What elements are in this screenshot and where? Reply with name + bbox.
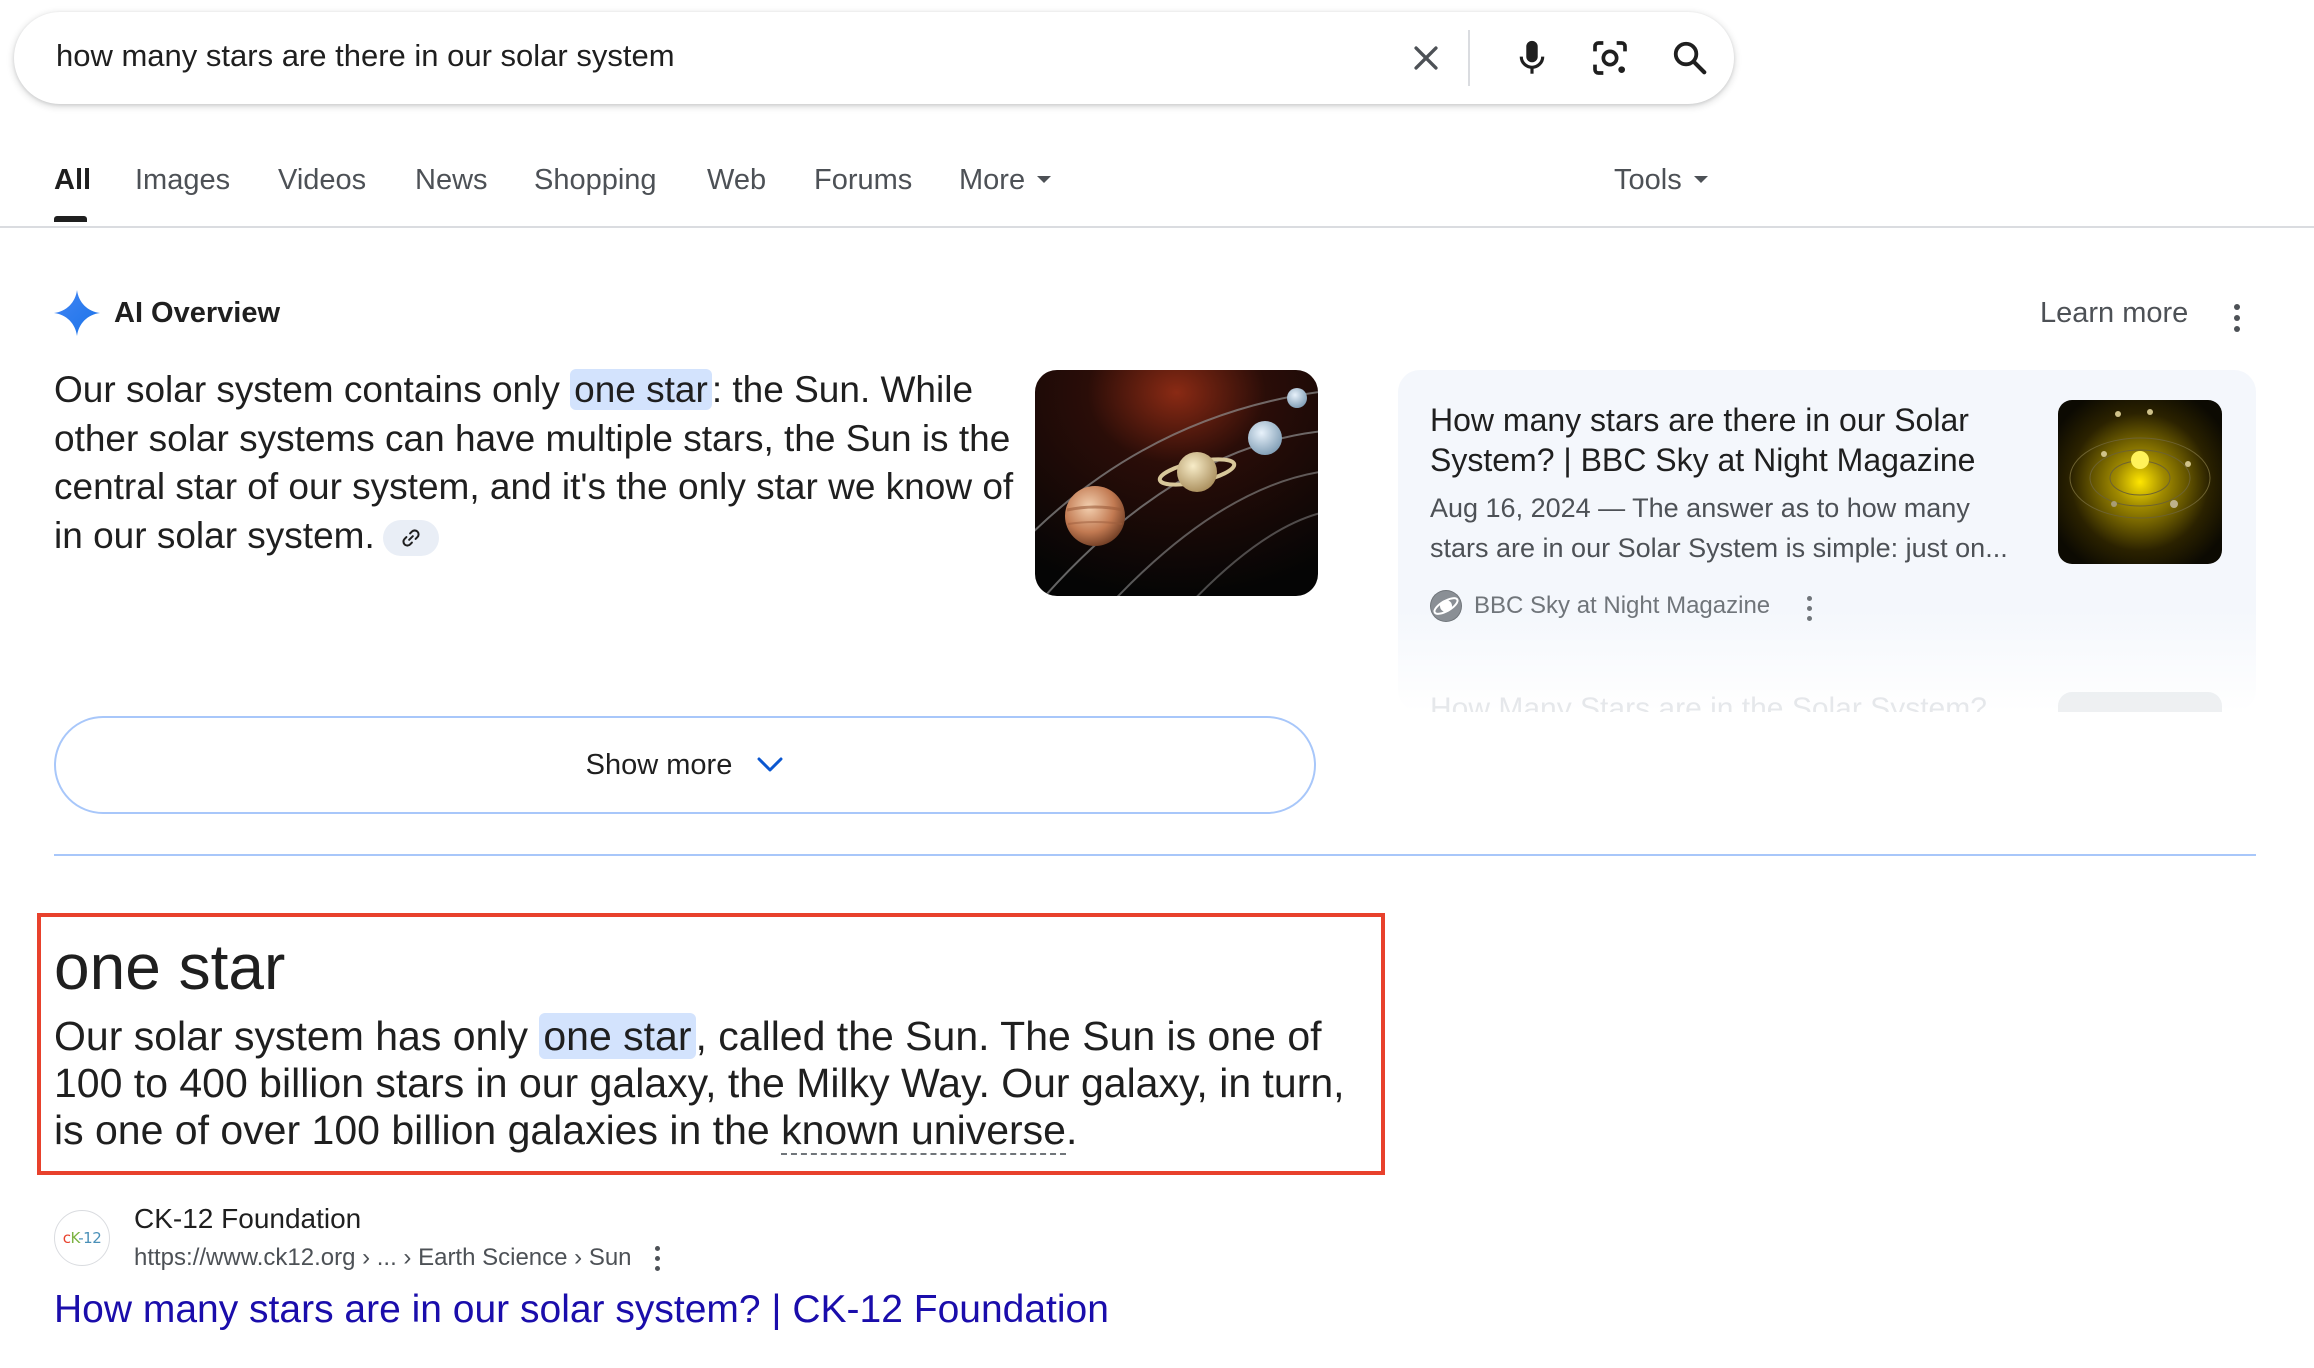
result-menu-icon[interactable]	[650, 1246, 664, 1271]
tab-news[interactable]: News	[415, 164, 488, 197]
tools-button[interactable]: Tools	[1614, 164, 1708, 197]
source-card-site: BBC Sky at Night Magazine	[1474, 592, 1771, 619]
ai-sparkle-icon	[54, 290, 100, 336]
ai-overview-divider	[54, 854, 2256, 856]
featured-snippet-answer: one star	[54, 931, 286, 1003]
caret-down-icon	[1693, 175, 1708, 183]
tab-videos[interactable]: Videos	[278, 164, 366, 197]
ai-text-part: Our solar system contains only	[54, 369, 571, 410]
ai-source-card[interactable]: How many stars are there in our Solar Sy…	[1398, 370, 2256, 712]
search-icon[interactable]	[1664, 32, 1716, 84]
source-card-title[interactable]: How many stars are there in our Solar Sy…	[1430, 400, 2030, 480]
tab-forums[interactable]: Forums	[814, 164, 912, 197]
camera-lens-icon[interactable]	[1584, 32, 1636, 84]
result-site-name[interactable]: CK-12 Foundation	[134, 1203, 361, 1235]
next-source-title: How Many Stars are in the Solar System?	[1430, 692, 1987, 712]
tools-label: Tools	[1614, 164, 1682, 196]
show-more-label: Show more	[585, 748, 733, 781]
show-more-button[interactable]: Show more	[54, 716, 1316, 814]
tab-all[interactable]: All	[54, 164, 91, 197]
featured-snippet-text: Our solar system has only one star, call…	[54, 1013, 1384, 1155]
close-icon[interactable]	[1400, 32, 1452, 84]
tabs-divider	[0, 226, 2314, 228]
next-source-thumbnail	[2058, 692, 2222, 712]
known-universe-definition[interactable]: known universe	[781, 1107, 1066, 1155]
active-tab-indicator	[54, 216, 87, 222]
snippet-highlight: one star	[539, 1013, 696, 1059]
search-divider	[1468, 30, 1470, 86]
source-card-menu-icon[interactable]	[1802, 596, 1816, 621]
ck12-favicon-icon: cK-12	[54, 1210, 110, 1266]
tab-more-label: More	[959, 164, 1026, 196]
ai-highlight: one star	[570, 369, 712, 410]
snippet-text-part: .	[1065, 1107, 1078, 1153]
search-bar[interactable]: how many stars are there in our solar sy…	[14, 12, 1734, 104]
result-title-link[interactable]: How many stars are in our solar system? …	[54, 1288, 1109, 1332]
microphone-icon[interactable]	[1506, 32, 1558, 84]
chevron-down-icon	[756, 756, 784, 774]
tab-shopping[interactable]: Shopping	[534, 164, 657, 197]
tab-more[interactable]: More	[959, 164, 1052, 197]
ai-overview-menu-icon[interactable]	[2230, 304, 2244, 332]
result-url[interactable]: https://www.ck12.org › ... › Earth Scien…	[134, 1244, 632, 1272]
search-input[interactable]: how many stars are there in our solar sy…	[56, 38, 675, 74]
caret-down-icon	[1037, 175, 1052, 183]
solar-system-image[interactable]	[1035, 370, 1318, 596]
ai-overview-title: AI Overview	[114, 297, 281, 329]
source-card-snippet: Aug 16, 2024 — The answer as to how many…	[1430, 493, 2008, 563]
snippet-text-part: Our solar system has only	[54, 1013, 540, 1059]
tab-images[interactable]: Images	[135, 164, 230, 197]
citation-link-icon[interactable]	[382, 519, 439, 556]
source-card-thumbnail	[2058, 400, 2222, 564]
tab-web[interactable]: Web	[707, 164, 766, 197]
bbc-sky-favicon-icon	[1430, 590, 1462, 622]
learn-more-link[interactable]: Learn more	[2040, 297, 2188, 330]
ai-overview-text: Our solar system contains only one star:…	[54, 366, 1014, 560]
